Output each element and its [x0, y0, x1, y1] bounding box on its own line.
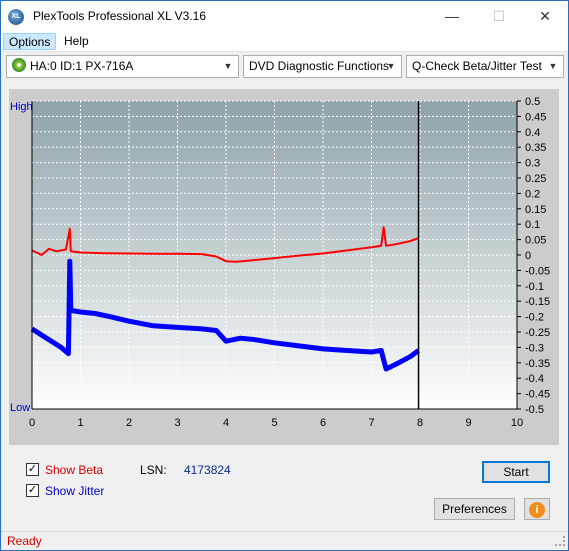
- drive-select-value: HA:0 ID:1 PX-716A: [30, 59, 134, 73]
- chevron-down-icon: ▼: [548, 61, 558, 71]
- menu-bar: Options Help: [1, 31, 568, 52]
- drive-icon: [12, 58, 26, 72]
- function-select[interactable]: DVD Diagnostic Functions ▼: [243, 55, 402, 78]
- x-tick-label: 6: [320, 417, 326, 429]
- info-icon: i: [529, 502, 545, 518]
- lsn-value: 4173824: [184, 463, 231, 477]
- x-tick-label: 5: [271, 417, 277, 429]
- y-tick-label: -0.2: [525, 312, 544, 324]
- show-beta-checkbox[interactable]: ✓: [26, 463, 39, 476]
- close-button[interactable]: ✕: [522, 1, 568, 31]
- x-tick-label: 0: [29, 417, 35, 429]
- y-tick-label: -0.15: [525, 296, 550, 308]
- test-select[interactable]: Q-Check Beta/Jitter Test ▼: [406, 55, 564, 78]
- y-tick-label: 0.2: [525, 188, 540, 200]
- minimize-button[interactable]: —: [429, 1, 475, 31]
- menu-help[interactable]: Help: [59, 33, 94, 50]
- x-tick-label: 10: [511, 417, 523, 429]
- x-tick-label: 9: [465, 417, 471, 429]
- status-text: Ready: [7, 534, 42, 548]
- y-tick-label: 0.5: [525, 96, 540, 108]
- y-tick-label: -0.35: [525, 358, 550, 370]
- x-tick-label: 1: [77, 417, 83, 429]
- x-tick-label: 2: [126, 417, 132, 429]
- x-tick-label: 7: [368, 417, 374, 429]
- x-tick-label: 4: [223, 417, 229, 429]
- resize-grip-icon[interactable]: [555, 536, 565, 546]
- y-tick-label: -0.25: [525, 327, 550, 339]
- lsn-label: LSN:: [140, 463, 167, 477]
- maximize-button[interactable]: ☐: [476, 1, 522, 31]
- show-jitter-checkbox[interactable]: ✓: [26, 484, 39, 497]
- plextools-logo-icon: XL: [8, 9, 24, 25]
- chevron-down-icon: ▼: [223, 61, 233, 71]
- low-label: Low: [10, 402, 30, 414]
- menu-options[interactable]: Options: [3, 33, 57, 50]
- y-tick-label: 0.35: [525, 142, 546, 154]
- status-bar: Ready: [1, 531, 568, 550]
- y-tick-label: -0.05: [525, 265, 550, 277]
- controls-panel: ✓ Show Beta ✓ Show Jitter LSN: 4173824 S…: [9, 453, 559, 527]
- y-tick-label: -0.5: [525, 404, 544, 416]
- chevron-down-icon: ▼: [386, 61, 396, 71]
- y-tick-label: 0.25: [525, 173, 546, 185]
- window-title: PlexTools Professional XL V3.16: [33, 9, 206, 23]
- title-bar: XL PlexTools Professional XL V3.16 — ☐ ✕: [1, 1, 568, 31]
- x-tick-label: 8: [417, 417, 423, 429]
- app-window: XL PlexTools Professional XL V3.16 — ☐ ✕…: [0, 0, 569, 551]
- x-tick-label: 3: [174, 417, 180, 429]
- y-tick-label: -0.1: [525, 281, 544, 293]
- show-beta-label[interactable]: Show Beta: [45, 463, 103, 477]
- drive-select[interactable]: HA:0 ID:1 PX-716A ▼: [6, 55, 239, 78]
- y-tick-label: 0.4: [525, 127, 540, 139]
- y-tick-label: 0.15: [525, 204, 546, 216]
- y-tick-label: -0.45: [525, 389, 550, 401]
- preferences-button[interactable]: Preferences: [434, 498, 515, 520]
- start-button[interactable]: Start: [482, 461, 550, 483]
- y-tick-label: 0.1: [525, 219, 540, 231]
- y-tick-label: 0.05: [525, 235, 546, 247]
- high-label: High: [10, 101, 33, 113]
- y-tick-label: -0.3: [525, 342, 544, 354]
- y-tick-label: -0.4: [525, 373, 544, 385]
- beta-jitter-chart: 0 1 2 3 4 5 6 7 8 9 10 0.5 0.45 0.4 0.35 0.3 0.25 0.2 0.15…: [10, 96, 550, 429]
- y-tick-label: 0: [525, 250, 531, 262]
- function-select-value: DVD Diagnostic Functions: [249, 59, 390, 73]
- info-button[interactable]: i: [524, 498, 550, 520]
- chart-panel: 0 1 2 3 4 5 6 7 8 9 10 0.5 0.45 0.4 0.35 0.3 0.25 0.2 0.15…: [9, 89, 559, 445]
- show-jitter-label[interactable]: Show Jitter: [45, 484, 104, 498]
- y-tick-label: 0.45: [525, 111, 546, 123]
- y-tick-label: 0.3: [525, 158, 540, 170]
- test-select-value: Q-Check Beta/Jitter Test: [412, 59, 542, 73]
